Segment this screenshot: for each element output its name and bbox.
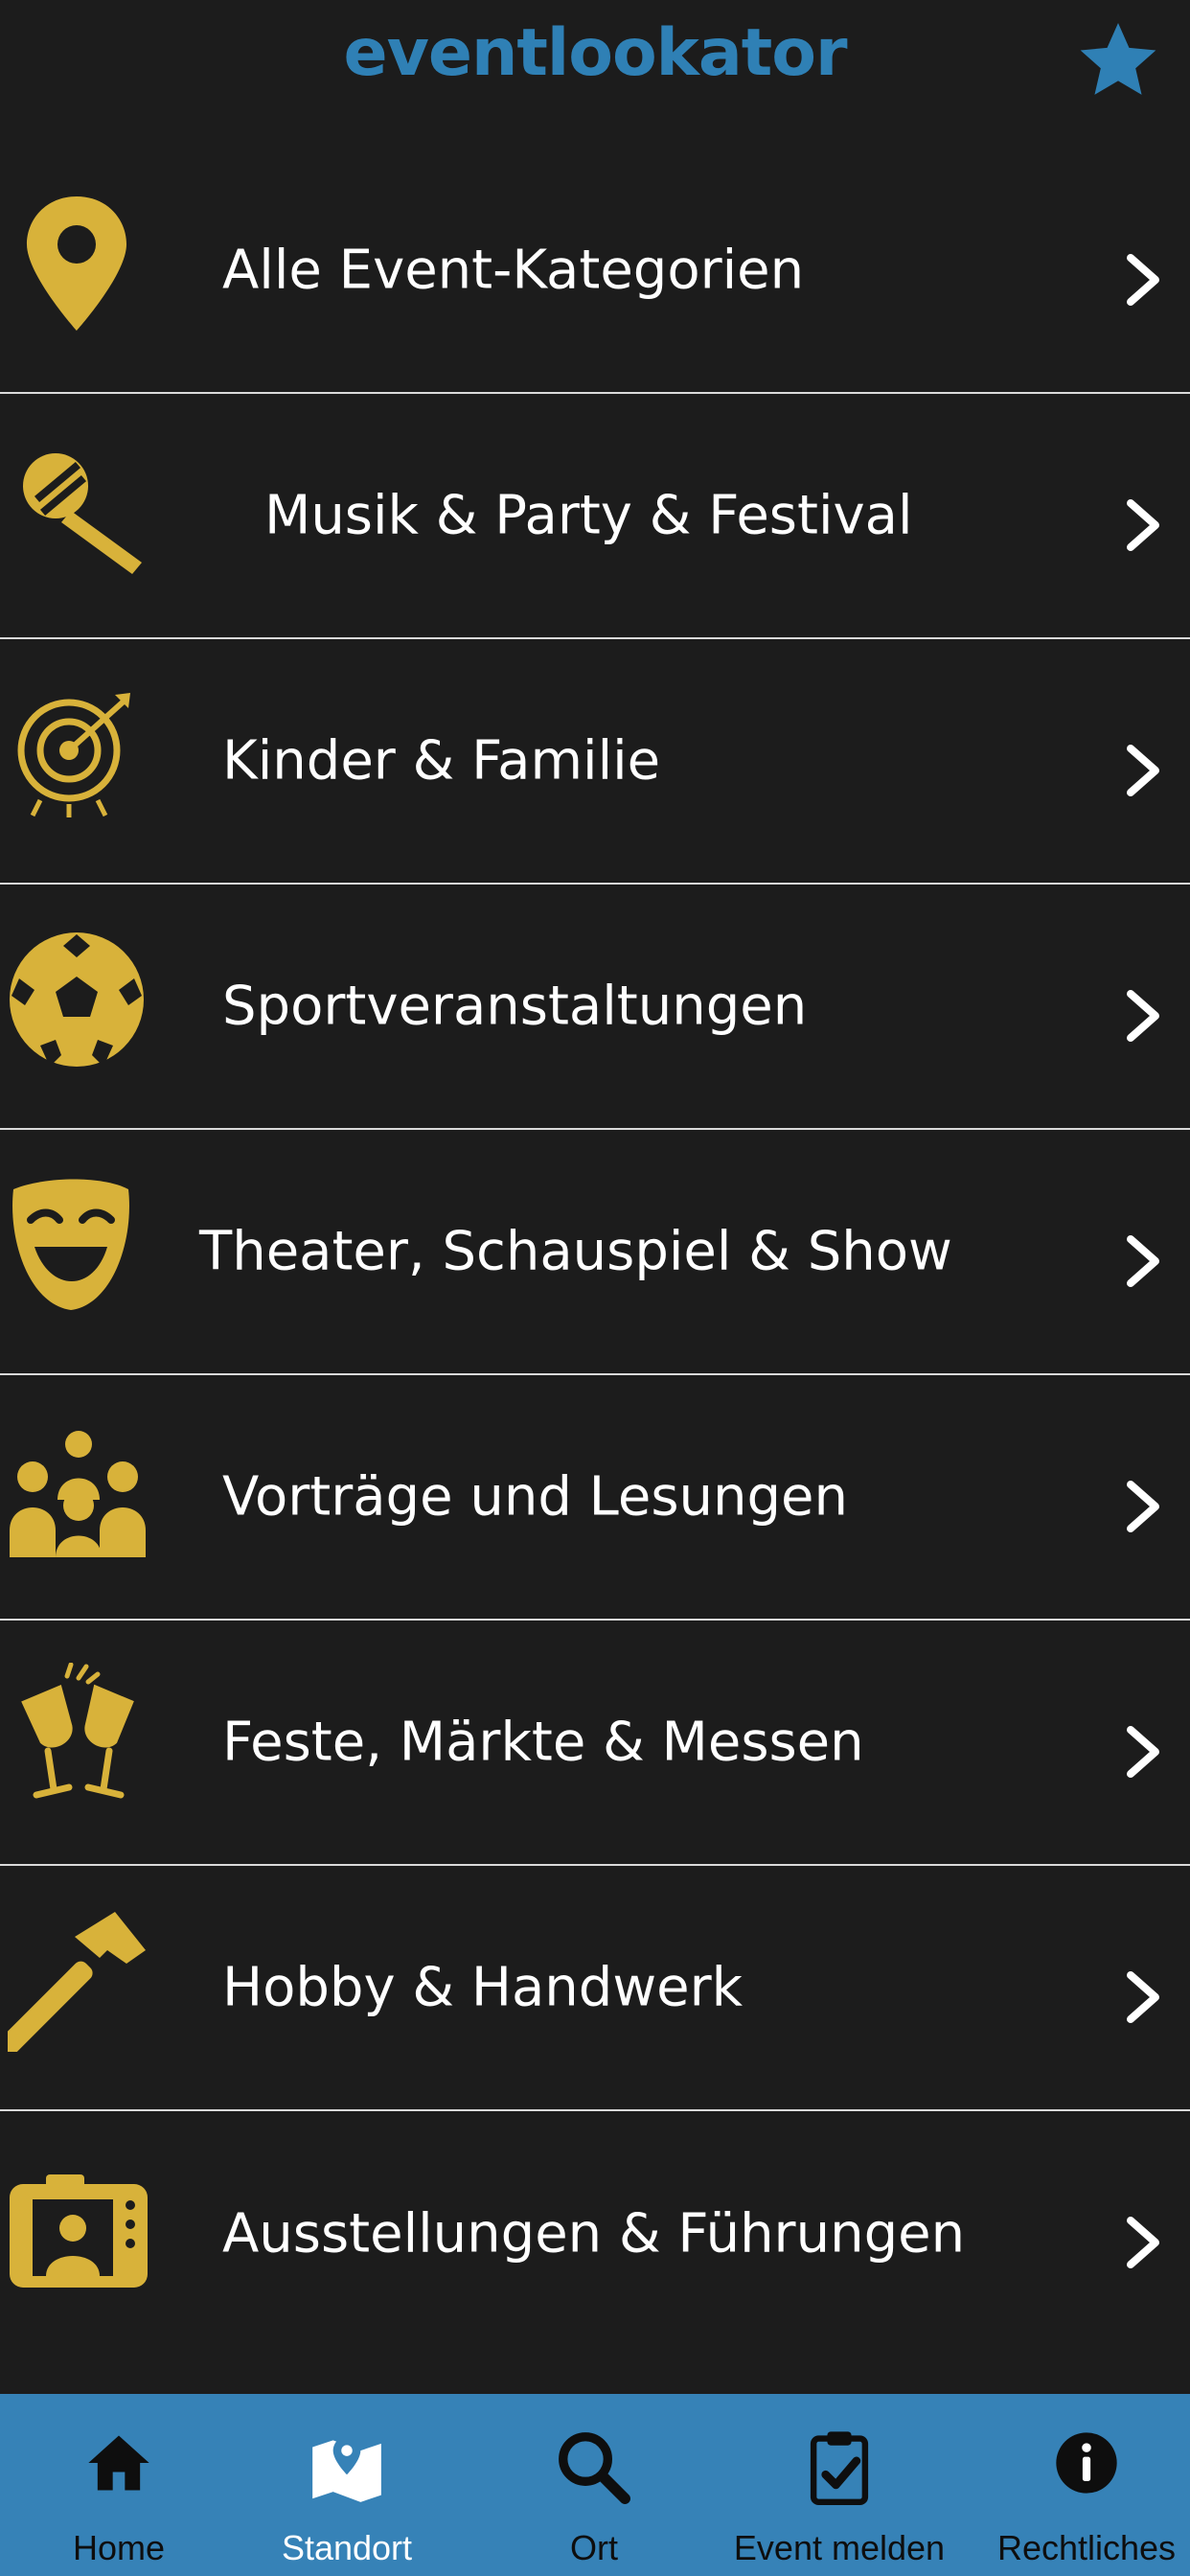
nav-label: Standort [281, 2528, 413, 2567]
nav-item-rechtliches[interactable]: Rechtliches [968, 2394, 1190, 2576]
search-icon [559, 2432, 630, 2504]
nav-label: Rechtliches [996, 2528, 1177, 2567]
category-label: Vorträge und Lesungen [222, 1465, 848, 1529]
category-item-kinder-familie[interactable]: Kinder & Familie [0, 639, 1190, 885]
target-icon [17, 693, 130, 817]
app-header: eventlookator [0, 0, 1190, 125]
microphone-icon [23, 453, 142, 574]
category-item-ausstellungen-fuehrungen[interactable]: Ausstellungen & Führungen [0, 2111, 1190, 2357]
nav-label: Event melden [733, 2528, 946, 2567]
chevron-right-icon [1127, 254, 1159, 306]
map-location-icon [312, 2436, 381, 2502]
camera-portrait-icon [10, 2174, 148, 2288]
category-item-musik-party-festival[interactable]: Musik & Party & Festival [0, 394, 1190, 639]
chevron-right-icon [1127, 1235, 1159, 1287]
favorites-button[interactable] [1075, 17, 1161, 104]
chevron-right-icon [1127, 1481, 1159, 1532]
chevron-right-icon [1127, 1971, 1159, 2023]
chevron-right-icon [1127, 499, 1159, 551]
category-item-theater-schauspiel-show[interactable]: Theater, Schauspiel & Show [0, 1130, 1190, 1375]
category-label: Musik & Party & Festival [264, 484, 913, 547]
category-label: Kinder & Familie [222, 729, 661, 793]
category-item-feste-maerkte-messen[interactable]: Feste, Märkte & Messen [0, 1621, 1190, 1866]
category-label: Theater, Schauspiel & Show [199, 1220, 952, 1283]
home-icon [88, 2435, 149, 2491]
clipboard-check-icon [810, 2431, 869, 2506]
chevron-right-icon [1127, 1726, 1159, 1778]
category-item-sportveranstaltungen[interactable]: Sportveranstaltungen [0, 885, 1190, 1130]
category-item-vortraege-lesungen[interactable]: Vorträge und Lesungen [0, 1375, 1190, 1621]
chevron-right-icon [1127, 2217, 1159, 2268]
category-item-alle-event-kategorien[interactable]: Alle Event-Kategorien [0, 149, 1190, 394]
hammer-icon [8, 1912, 146, 2052]
category-label: Alle Event-Kategorien [222, 239, 805, 302]
nav-item-home[interactable]: Home [0, 2394, 238, 2576]
category-item-hobby-handwerk[interactable]: Hobby & Handwerk [0, 1866, 1190, 2111]
nav-label: Ort [570, 2528, 618, 2567]
chevron-right-icon [1127, 745, 1159, 796]
category-label: Ausstellungen & Führungen [222, 2202, 966, 2266]
nav-label: Home [72, 2528, 166, 2567]
nav-item-event-melden[interactable]: Event melden [721, 2394, 958, 2576]
map-pin-icon [27, 196, 126, 331]
chevron-right-icon [1127, 990, 1159, 1042]
star-icon [1080, 23, 1156, 95]
category-list: Alle Event-Kategorien Musik & Party & Fe… [0, 149, 1190, 2357]
bottom-nav: Home Standort Ort Event melden Rechtlich… [0, 2394, 1190, 2576]
nav-item-ort[interactable]: Ort [475, 2394, 713, 2576]
category-label: Sportveranstaltungen [222, 975, 808, 1038]
nav-item-standort[interactable]: Standort [228, 2394, 466, 2576]
info-icon [1056, 2432, 1117, 2494]
theater-mask-icon [12, 1179, 129, 1310]
category-label: Hobby & Handwerk [222, 1956, 744, 2019]
soccer-ball-icon [10, 932, 144, 1067]
category-label: Feste, Märkte & Messen [222, 1711, 864, 1774]
toast-glasses-icon [21, 1663, 134, 1799]
app-title: eventlookator [343, 15, 847, 91]
audience-icon [10, 1431, 146, 1557]
